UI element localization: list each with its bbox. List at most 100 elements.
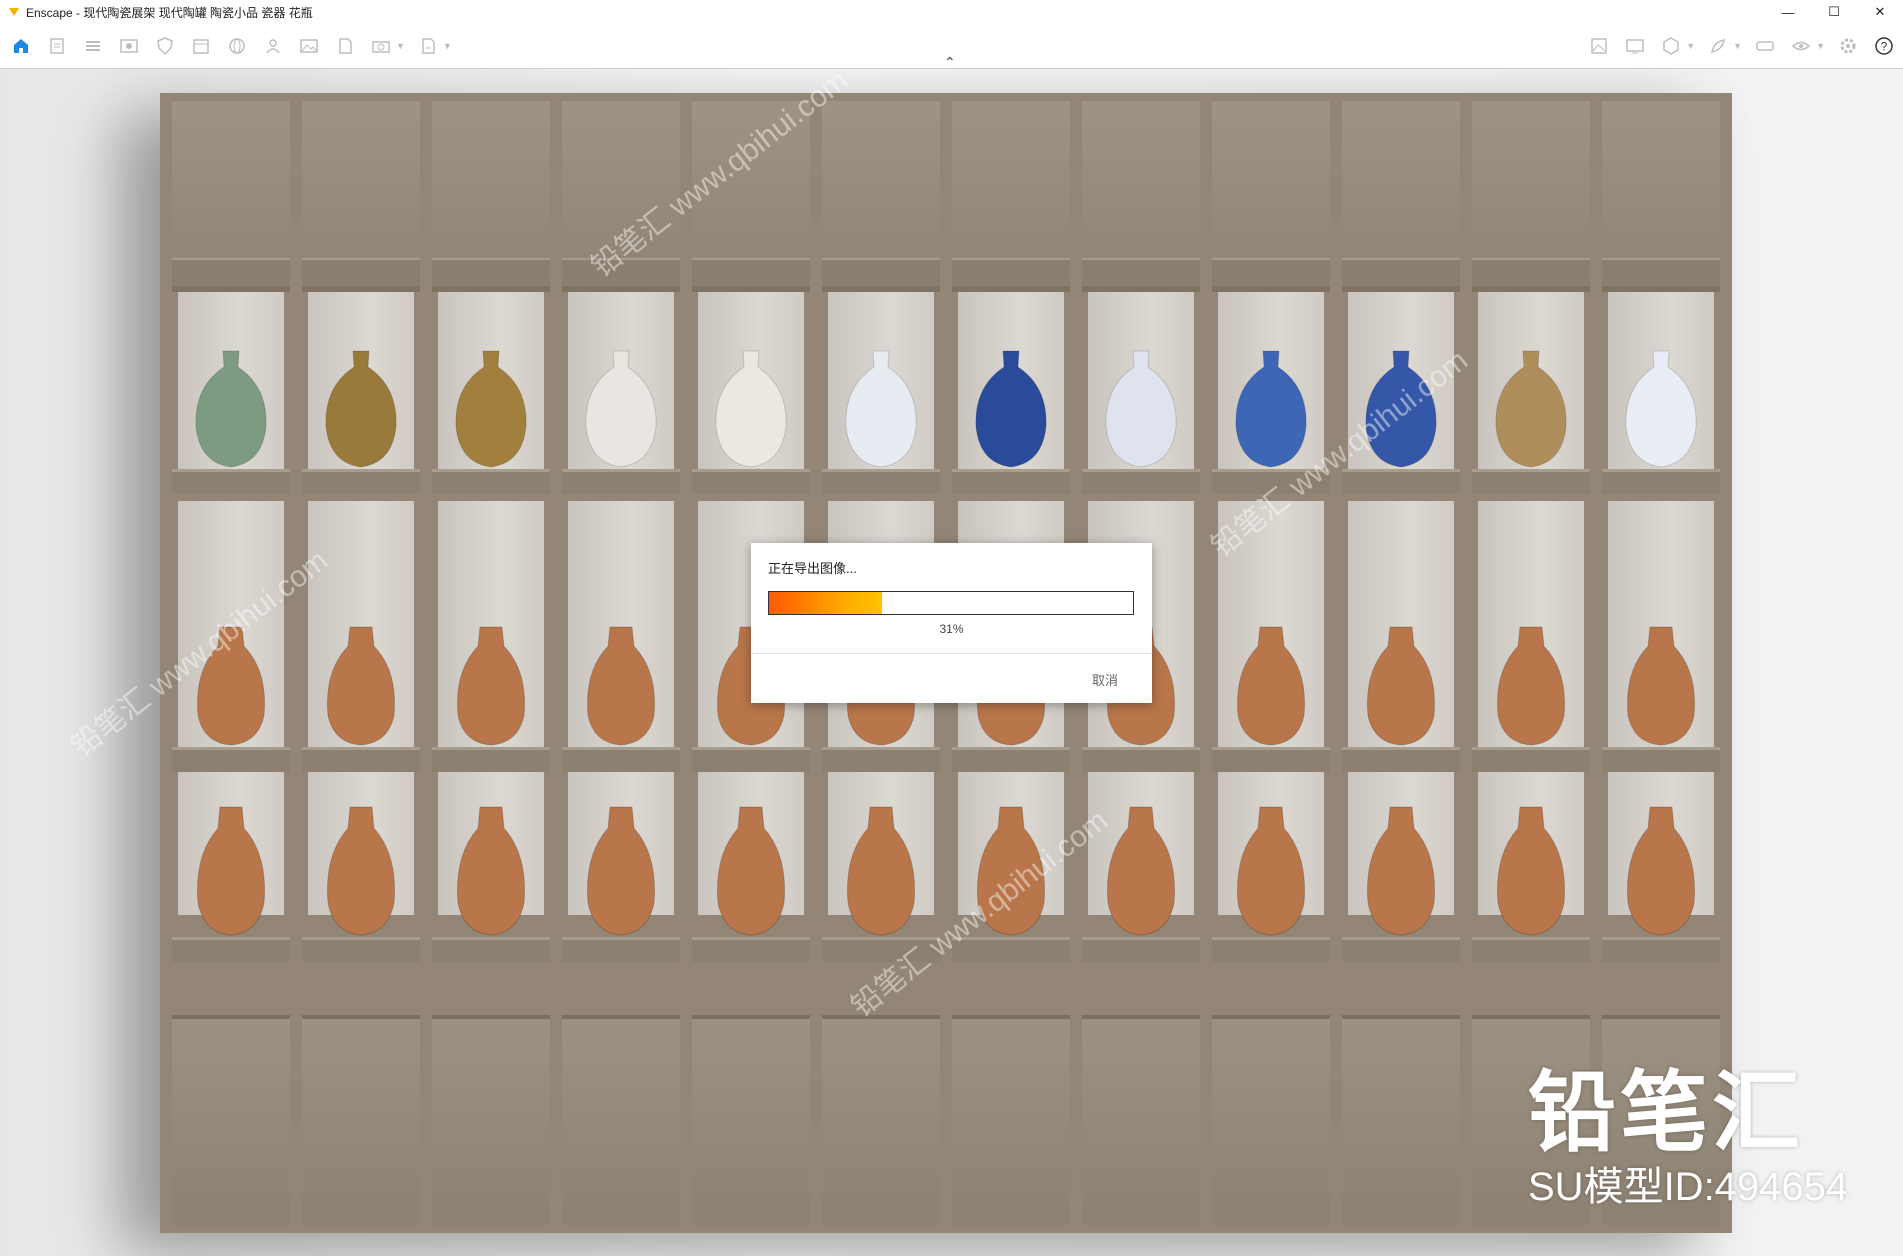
cabinet-column (1212, 101, 1330, 1225)
feather-dropdown-icon[interactable]: ▼ (1733, 41, 1742, 51)
clay-pot (582, 801, 660, 937)
clay-pot (842, 801, 920, 937)
eye-screen-icon[interactable] (116, 34, 142, 58)
camera-icon[interactable] (368, 34, 394, 58)
cabinet-door (822, 101, 940, 292)
clay-pot (712, 801, 790, 937)
cabinet-shelf (1342, 747, 1460, 772)
clay-pot (452, 621, 530, 747)
dialog-title: 正在导出图像... (768, 561, 857, 576)
vase (1230, 347, 1312, 469)
visibility-icon[interactable] (1788, 34, 1814, 58)
screen-icon[interactable] (1622, 34, 1648, 58)
export-icon[interactable] (415, 34, 441, 58)
camera-dropdown-icon[interactable]: ▼ (396, 41, 405, 51)
cabinet-shelf (1472, 747, 1590, 772)
cabinet-door (432, 101, 550, 292)
cabinet-column (302, 101, 420, 1225)
clay-pot (1362, 621, 1440, 747)
clay-pot (452, 801, 530, 937)
cabinet-door (562, 1015, 680, 1225)
cabinet-shelf (1602, 937, 1720, 962)
asset-icon[interactable] (260, 34, 286, 58)
document-icon[interactable] (44, 34, 70, 58)
calendar-icon[interactable] (188, 34, 214, 58)
vase (580, 347, 662, 469)
cabinet-shelf (1342, 937, 1460, 962)
cabinet-shelf (952, 469, 1070, 494)
visibility-dropdown-icon[interactable]: ▼ (1816, 41, 1825, 51)
enscape-logo-icon (9, 8, 19, 16)
clay-pot (1232, 801, 1310, 937)
cabinet-shelf (302, 469, 420, 494)
cabinet-shelf (822, 747, 940, 772)
image-icon[interactable] (296, 34, 322, 58)
clay-pot (322, 621, 400, 747)
vase (1100, 347, 1182, 469)
globe-icon[interactable] (224, 34, 250, 58)
export-dropdown-icon[interactable]: ▼ (443, 41, 452, 51)
cabinet-door (1212, 101, 1330, 292)
maximize-button[interactable]: ☐ (1811, 0, 1857, 24)
cabinet-shelf (562, 747, 680, 772)
settings-icon[interactable] (1835, 34, 1861, 58)
cabinet-shelf (1342, 469, 1460, 494)
vase (710, 347, 792, 469)
toolbar: ▼ ▼ ⌃ ▼ ▼ ▼ ? (0, 24, 1903, 70)
cabinet-door (172, 1015, 290, 1225)
clay-pot (1232, 621, 1310, 747)
cabinet-door (1602, 101, 1720, 292)
home-icon[interactable] (8, 34, 34, 58)
cabinet-column (562, 101, 680, 1225)
cabinet-door (432, 1015, 550, 1225)
cabinet-shelf (432, 937, 550, 962)
clay-pot (192, 801, 270, 937)
window-controls: — ☐ ✕ (1765, 0, 1903, 24)
image-export-icon[interactable] (1586, 34, 1612, 58)
close-button[interactable]: ✕ (1857, 0, 1903, 24)
cabinet-door (1342, 1015, 1460, 1225)
cabinet-column (432, 101, 550, 1225)
cabinet-shelf (1212, 469, 1330, 494)
window-title: Enscape - 现代陶瓷展架 现代陶罐 陶瓷小品 瓷器 花瓶 (26, 5, 313, 20)
minimize-button[interactable]: — (1765, 0, 1811, 24)
vase (1360, 347, 1442, 469)
cancel-button[interactable]: 取消 (1092, 670, 1118, 689)
title-bar: Enscape - 现代陶瓷展架 现代陶罐 陶瓷小品 瓷器 花瓶 — ☐ ✕ (0, 0, 1903, 24)
cabinet-shelf (432, 747, 550, 772)
cabinet-shelf (822, 937, 940, 962)
list-icon[interactable] (80, 34, 106, 58)
cabinet-shelf (172, 747, 290, 772)
cabinet-shelf (1212, 937, 1330, 962)
cabinet-door (302, 101, 420, 292)
clay-pot (192, 621, 270, 747)
progress-bar (768, 591, 1134, 615)
vase (970, 347, 1052, 469)
clay-pot (1362, 801, 1440, 937)
clay-pot (1622, 801, 1700, 937)
cube-icon[interactable] (1658, 34, 1684, 58)
clay-pot (972, 801, 1050, 937)
help-icon[interactable]: ? (1871, 34, 1897, 58)
toolbar-left-group: ▼ ▼ (8, 34, 452, 58)
cabinet-shelf (562, 469, 680, 494)
toolbar-right-group: ▼ ▼ ▼ ? (1586, 34, 1897, 58)
cabinet-shelf (302, 937, 420, 962)
vr-headset-icon[interactable] (1752, 34, 1778, 58)
clay-pot (1492, 621, 1570, 747)
cabinet-door (692, 1015, 810, 1225)
export-progress-dialog: 正在导出图像... 31% 取消 (751, 543, 1152, 703)
shield-icon[interactable] (152, 34, 178, 58)
cabinet-shelf (1082, 937, 1200, 962)
watermark-brand: 铅笔汇 (1528, 1061, 1805, 1164)
feather-icon[interactable] (1705, 34, 1731, 58)
svg-text:?: ? (1881, 40, 1888, 54)
cabinet-shelf (1472, 937, 1590, 962)
cabinet-shelf (1082, 469, 1200, 494)
render-icon[interactable] (332, 34, 358, 58)
cabinet-shelf (562, 937, 680, 962)
cabinet-door (692, 101, 810, 292)
cabinet-door (1212, 1015, 1330, 1225)
cabinet-shelf (952, 747, 1070, 772)
cube-dropdown-icon[interactable]: ▼ (1686, 41, 1695, 51)
